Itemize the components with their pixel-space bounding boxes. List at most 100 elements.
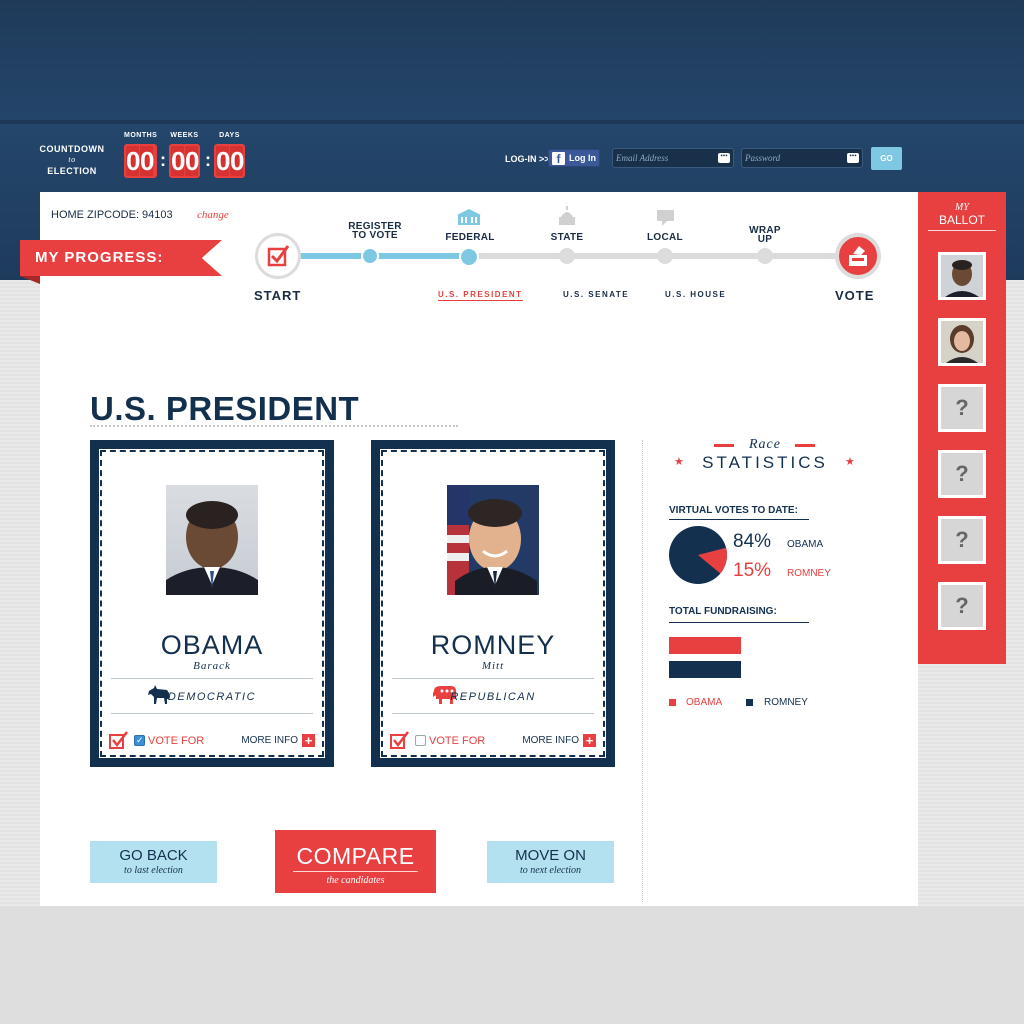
obama-percent: 84% (733, 531, 772, 552)
step-node-wrapup[interactable] (757, 248, 773, 264)
field-dots-icon: ••• (718, 153, 730, 163)
start-step[interactable] (255, 233, 301, 279)
countdown-days: DAYS 00 (214, 132, 245, 178)
legend-obama: OBAMA (686, 697, 723, 708)
vote-checkbox[interactable] (134, 735, 145, 746)
move-on-button[interactable]: MOVE ON to next election (487, 841, 614, 883)
stats-race-word: Race (749, 437, 781, 452)
fundraising-heading: TOTAL FUNDRAISING: (669, 606, 777, 617)
countdown-separator: : (205, 150, 211, 170)
compare-button[interactable]: COMPARE the candidates (275, 830, 436, 893)
progress-track-remaining (470, 253, 838, 259)
go-button[interactable]: GO (871, 147, 902, 170)
step-wrapup[interactable]: WRAP UP (725, 226, 805, 245)
card-rule (392, 678, 594, 679)
countdown-months: MONTHS 00 (124, 132, 158, 178)
facebook-icon: f (552, 152, 565, 166)
step-register[interactable]: REGISTER TO VOTE (335, 222, 415, 241)
votes-pie-chart (669, 526, 727, 584)
countdown-weeks: WEEKS 00 (169, 132, 200, 178)
star-icon: ★ (845, 456, 855, 468)
step-node-state[interactable] (559, 248, 575, 264)
ballot-rule (928, 230, 996, 231)
candidate-thumbnail (941, 255, 983, 297)
party-label: REPUBLICAN (450, 691, 536, 703)
section-divider (642, 440, 643, 902)
checkbox-icon (267, 245, 290, 267)
fundraising-rule (669, 622, 809, 623)
plus-icon[interactable]: + (302, 734, 315, 747)
ballot-slot-empty[interactable]: ? (938, 450, 986, 498)
candidate-last-name: OBAMA (160, 630, 264, 660)
checkbox-icon (109, 731, 128, 749)
facebook-login-button[interactable]: f Log In (548, 149, 600, 167)
ballot-slot-empty[interactable]: ? (938, 516, 986, 564)
white-house-icon (457, 209, 481, 225)
card-rule (392, 713, 594, 714)
vote-checkbox[interactable] (415, 735, 426, 746)
step-local[interactable]: LOCAL (625, 233, 705, 243)
footer-band (0, 906, 1024, 1024)
go-back-button[interactable]: GO BACK to last election (90, 841, 217, 883)
vote-label: VOTE (835, 288, 875, 303)
stats-title: STATISTICS (702, 453, 828, 472)
legend-swatch-obama (669, 699, 676, 706)
step-node-federal[interactable] (459, 247, 479, 267)
step-node-register[interactable] (361, 247, 379, 265)
votes-rule (669, 519, 809, 520)
party-label: DEMOCRATIC (167, 691, 257, 703)
candidate-first-name: Mitt (481, 660, 505, 672)
ballot-slot-senate[interactable] (938, 318, 986, 366)
vote-row: VOTE FOR MORE INFO + (390, 730, 596, 752)
card-rule (111, 713, 313, 714)
more-info-link[interactable]: MORE INFO (241, 735, 298, 746)
substep-us-house[interactable]: U.S. HOUSE (665, 290, 726, 299)
ballot-slot-empty[interactable]: ? (938, 582, 986, 630)
countdown-separator: : (160, 150, 166, 170)
step-state[interactable]: STATE (527, 233, 607, 243)
vote-for-label[interactable]: VOTE FOR (429, 735, 485, 747)
progress-track-complete (298, 253, 470, 259)
candidate-photo (447, 485, 539, 595)
fund-bar-obama (669, 637, 741, 654)
speech-bubble-icon (657, 210, 674, 226)
password-field[interactable]: Password ••• (741, 148, 863, 168)
candidate-card-romney[interactable]: ROMNEY Mitt REPUBLICAN VOTE FOR MORE INF… (371, 440, 615, 767)
step-federal[interactable]: FEDERAL (430, 233, 510, 243)
candidate-thumbnail (941, 321, 983, 363)
star-icon: ★ (674, 456, 684, 468)
candidate-card-obama[interactable]: OBAMA Barack DEMOCRATIC VOTE FOR MORE IN… (90, 440, 334, 767)
change-zipcode-link[interactable]: change (197, 209, 229, 221)
my-ballot-panel: MY BALLOT ? ? ? ? (918, 192, 1006, 664)
ballot-slot-president[interactable] (938, 252, 986, 300)
email-field[interactable]: Email Address ••• (612, 148, 734, 168)
candidate-last-name: ROMNEY (430, 630, 556, 660)
substep-us-senate[interactable]: U.S. SENATE (563, 290, 629, 299)
plus-icon[interactable]: + (583, 734, 596, 747)
fund-bar-romney (669, 661, 741, 678)
field-dots-icon: ••• (847, 153, 859, 163)
my-ballot-heading: MY BALLOT (938, 202, 986, 228)
obama-pct-name: OBAMA (787, 539, 824, 550)
candidate-first-name: Barack (193, 660, 231, 672)
votes-heading: VIRTUAL VOTES TO DATE: (669, 505, 798, 516)
romney-pct-name: ROMNEY (787, 568, 831, 579)
vote-for-label[interactable]: VOTE FOR (148, 735, 204, 747)
vote-step[interactable] (835, 233, 881, 279)
step-node-local[interactable] (657, 248, 673, 264)
card-rule (111, 678, 313, 679)
page-title: U.S. PRESIDENT (90, 390, 360, 427)
ballot-box-icon (849, 246, 867, 266)
more-info-link[interactable]: MORE INFO (522, 735, 579, 746)
title-rule (90, 425, 458, 427)
candidate-photo (166, 485, 258, 595)
ballot-slot-empty[interactable]: ? (938, 384, 986, 432)
romney-percent: 15% (733, 560, 772, 581)
start-label: START (254, 288, 302, 303)
capitol-icon (559, 206, 575, 225)
vote-row: VOTE FOR MORE INFO + (109, 730, 315, 752)
legend-swatch-romney (746, 699, 753, 706)
substep-us-president[interactable]: U.S. PRESIDENT (438, 290, 523, 301)
my-progress-ribbon: MY PROGRESS: (20, 240, 222, 276)
checkbox-icon (390, 731, 409, 749)
